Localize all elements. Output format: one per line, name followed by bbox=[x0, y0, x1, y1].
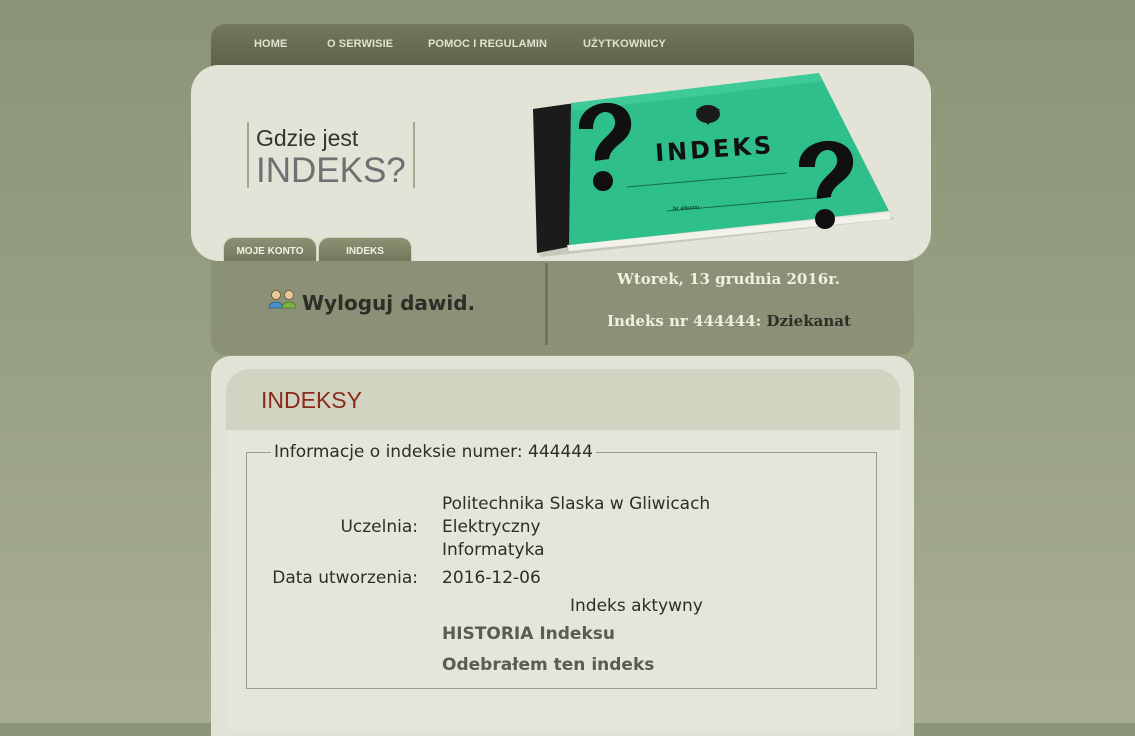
indeks-book-illustration: INDEKS Nr albumu bbox=[533, 73, 895, 257]
site-header: Gdzie jest INDEKS? INDEKS Nr albumu MOJE… bbox=[191, 65, 931, 261]
panel-body: Informacje o indeksie numer: 444444 Ucze… bbox=[226, 430, 900, 730]
tab-indeks[interactable]: INDEKS bbox=[318, 237, 412, 261]
data-utworzenia-label: Data utworzenia: bbox=[272, 568, 418, 588]
index-status: Indeks aktywny bbox=[570, 596, 703, 616]
index-number-label: Indeks nr 444444: bbox=[607, 312, 762, 330]
uczelnia-label: Uczelnia: bbox=[340, 517, 418, 537]
logo-line-2: INDEKS? bbox=[256, 151, 406, 190]
panel-header: INDEKSY bbox=[226, 369, 900, 430]
fieldset-legend: Informacje o indeksie numer: 444444 bbox=[274, 442, 593, 462]
infobar-divider bbox=[545, 263, 548, 345]
data-utworzenia-value: 2016-12-06 bbox=[442, 568, 541, 588]
index-info: Indeks nr 444444: Dziekanat bbox=[607, 312, 851, 330]
index-role: Dziekanat bbox=[766, 312, 851, 330]
user-info-bar: Wyloguj dawid. Wtorek, 13 grudnia 2016r.… bbox=[211, 261, 914, 355]
tab-moje-konto[interactable]: MOJE KONTO bbox=[223, 237, 317, 261]
received-link[interactable]: Odebrałem ten indeks bbox=[442, 655, 654, 675]
nav-uzytkownicy[interactable]: UŻYTKOWNICY bbox=[583, 38, 666, 50]
page-title: INDEKSY bbox=[261, 387, 362, 413]
history-link[interactable]: HISTORIA Indeksu bbox=[442, 624, 615, 644]
nav-home[interactable]: HOME bbox=[254, 38, 287, 50]
nav-o-serwisie[interactable]: O SERWISIE bbox=[327, 38, 393, 50]
current-date: Wtorek, 13 grudnia 2016r. bbox=[617, 270, 840, 288]
logout-label: Wyloguj dawid. bbox=[302, 291, 476, 315]
logo-line-1: Gdzie jest bbox=[256, 125, 359, 151]
site-logo[interactable]: Gdzie jest INDEKS? bbox=[247, 122, 415, 190]
top-navigation: HOME O SERWISIE POMOC I REGULAMIN UŻYTKO… bbox=[211, 24, 914, 66]
logout-link[interactable]: Wyloguj dawid. bbox=[268, 289, 476, 317]
kierunek-name: Informatyka bbox=[442, 540, 545, 560]
wydzial-name: Elektryczny bbox=[442, 517, 541, 537]
index-info-fieldset: Informacje o indeksie numer: 444444 bbox=[246, 442, 877, 689]
uczelnia-name: Politechnika Slaska w Gliwicach bbox=[442, 494, 711, 514]
nav-pomoc-i-regulamin[interactable]: POMOC I REGULAMIN bbox=[428, 38, 547, 50]
users-icon bbox=[268, 289, 298, 314]
